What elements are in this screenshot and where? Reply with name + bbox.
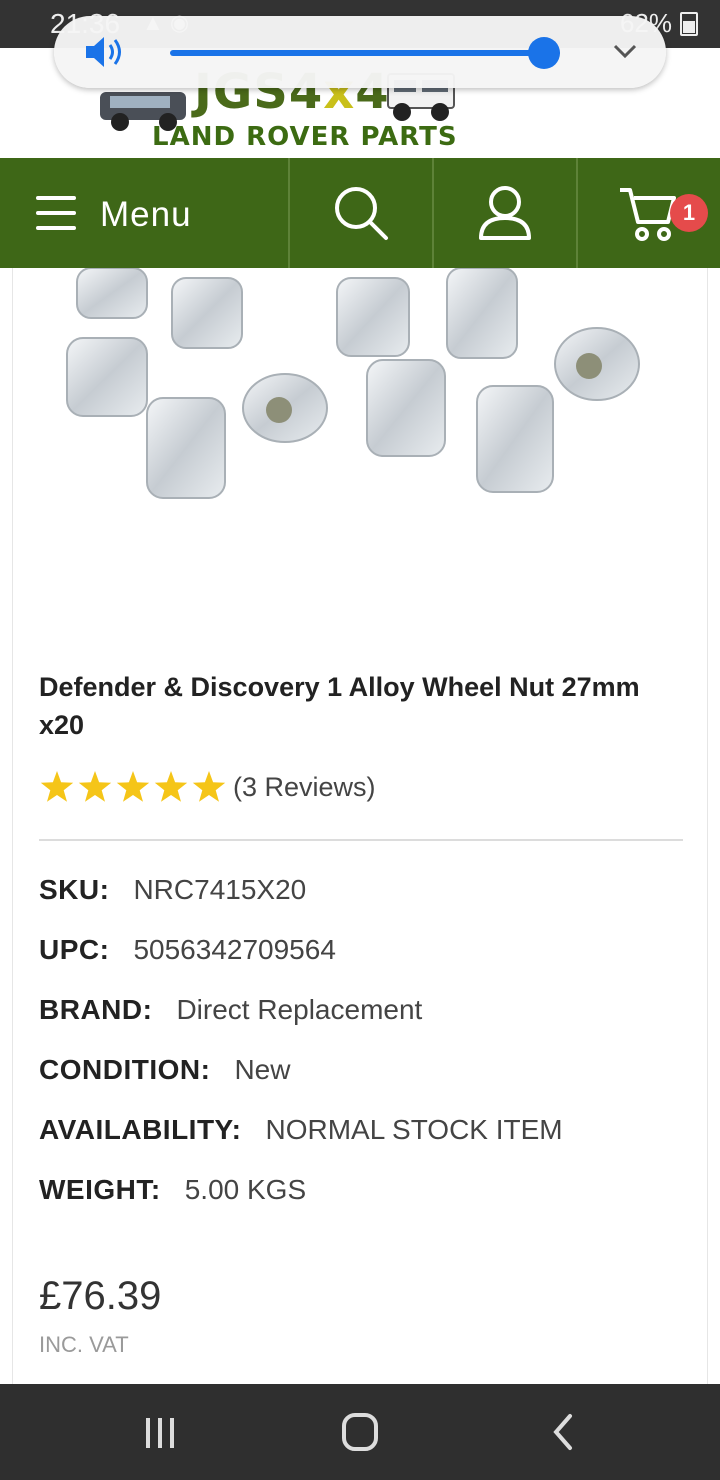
star-icon (78, 771, 112, 802)
home-icon[interactable] (336, 1412, 384, 1452)
star-icon (116, 771, 150, 802)
menu-label: Menu (100, 195, 192, 234)
spec-upc: UPC: 5056342709564 (39, 934, 336, 965)
star-icon (40, 771, 74, 802)
rating-stars (40, 771, 226, 802)
product-price: £76.39 (39, 1274, 162, 1318)
volume-slider-thumb[interactable] (528, 37, 560, 69)
chevron-down-icon[interactable] (612, 38, 638, 64)
cart-button[interactable]: 1 (578, 158, 720, 268)
cart-count-badge: 1 (670, 194, 708, 232)
reviews-link[interactable]: (3 Reviews) (233, 772, 376, 803)
spec-brand: BRAND: Direct Replacement (39, 994, 423, 1025)
speaker-icon[interactable] (84, 34, 128, 70)
spec-weight: WEIGHT: 5.00 KGS (39, 1174, 307, 1205)
main-navbar: Menu 1 (0, 158, 720, 268)
back-icon[interactable] (540, 1412, 588, 1452)
spec-availability: AVAILABILITY: NORMAL STOCK ITEM (39, 1114, 563, 1145)
divider (39, 839, 683, 841)
spec-sku: SKU: NRC7415X20 (39, 874, 307, 905)
search-button[interactable] (290, 158, 432, 268)
volume-panel (54, 16, 666, 88)
search-icon (335, 187, 388, 240)
system-navigation-bar (0, 1384, 720, 1480)
battery-icon (680, 12, 698, 36)
product-image[interactable] (37, 268, 687, 608)
star-icon (192, 771, 226, 802)
menu-button[interactable]: Menu (0, 158, 288, 268)
vat-note: INC. VAT (39, 1332, 129, 1357)
user-icon (479, 186, 531, 240)
hamburger-icon (36, 196, 76, 230)
spec-condition: CONDITION: New (39, 1054, 291, 1085)
recent-apps-icon[interactable] (136, 1412, 184, 1452)
product-title: Defender & Discovery 1 Alloy Wheel Nut 2… (39, 672, 640, 740)
star-icon (154, 771, 188, 802)
volume-slider[interactable] (170, 37, 560, 69)
product-content: Defender & Discovery 1 Alloy Wheel Nut 2… (12, 268, 708, 1384)
account-button[interactable] (434, 158, 576, 268)
